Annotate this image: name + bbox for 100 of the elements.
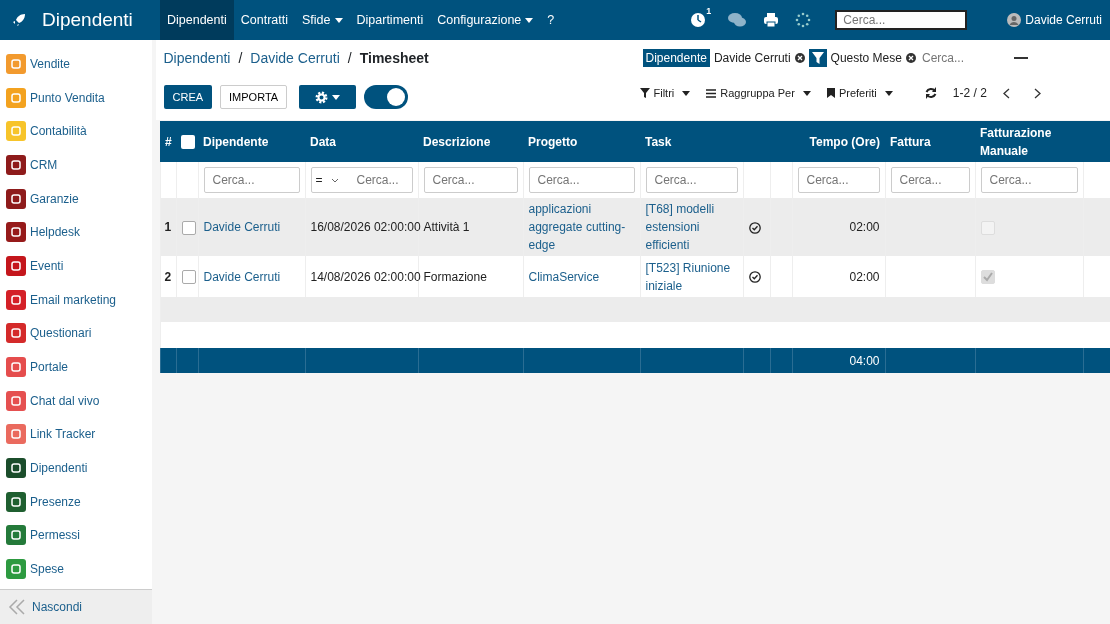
menu-item[interactable]: Dipartimenti [349,0,431,40]
menu-item[interactable]: Sfide [295,0,350,40]
sidebar-item[interactable]: Helpdesk [0,215,152,250]
sidebar-item[interactable]: Chat dal vivo [0,383,152,418]
sidebar-item[interactable]: Contabilità [0,114,152,149]
double-chevron-icon [8,599,28,615]
settings-button[interactable] [299,85,357,109]
breadcrumb-separator: / [238,49,243,68]
sidebar-item[interactable]: Presenze [0,484,152,519]
search-facet[interactable]: Questo Mese [808,49,916,67]
avatar-icon[interactable] [1007,13,1022,27]
date-cell: 14/08/2026 02:00:00 [310,269,421,284]
refresh-icon[interactable] [924,87,937,99]
menu-item[interactable]: ? [540,0,562,40]
search-facet[interactable]: Dipendente Davide Cerruti [642,49,805,67]
filter-field[interactable]: Cerca... [203,167,300,193]
menu-item[interactable]: Configurazione [430,0,541,40]
rocket-icon[interactable] [12,13,26,27]
row-number: 2 [164,269,172,284]
sidebar-item[interactable]: Link Tracker [0,417,152,452]
employee-link[interactable]: Davide Cerruti [203,269,281,284]
filter-icon [811,52,824,64]
filter-field[interactable]: Cerca... [797,167,880,193]
filter-menu-button[interactable]: Preferiti [826,84,893,102]
filter-menu-button[interactable]: Filtri [639,84,691,102]
employee-link[interactable]: Davide Cerruti [203,220,281,234]
check-circle-icon[interactable] [748,221,761,234]
date-cell: 16/08/2026 02:00:00 [310,220,421,234]
operator-select[interactable]: = [315,171,323,189]
checkbox[interactable] [181,134,195,149]
caret-icon [682,90,691,96]
list-icon [706,88,717,98]
filter-field[interactable]: Cerca... [890,167,970,193]
clock-icon[interactable] [690,12,707,28]
description-cell: Attività 1 [423,220,470,234]
app-icon [6,222,26,243]
import-button[interactable]: IMPORTA [220,85,288,109]
search-field[interactable]: Cerca... [835,10,968,30]
hide-sidebar-button[interactable]: Nascondi [0,589,152,624]
sidebar-item[interactable]: Spese [0,552,152,586]
menu-item[interactable]: Contratti [233,0,295,40]
collapse-icon[interactable] [1013,56,1028,60]
app-title: Dipendenti [42,7,133,32]
toggle-switch[interactable] [364,85,409,109]
next-icon[interactable] [1033,87,1041,99]
sidebar-item[interactable]: Punto Vendita [0,80,152,115]
total-hours: 04:00 [849,353,880,368]
project-link[interactable]: ClimaService [528,267,635,286]
breadcrumb-item[interactable]: Davide Cerruti [250,48,340,69]
sidebar-item[interactable]: CRM [0,148,152,182]
task-link[interactable]: [T523] Riunione iniziale [645,258,738,295]
filter-field[interactable]: Cerca... [528,167,635,193]
caret-icon [802,90,811,96]
app-icon [6,255,26,276]
description-cell: Formazione [423,269,487,284]
create-button[interactable]: CREA [163,85,213,109]
breadcrumb-item[interactable]: Dipendenti [163,48,231,69]
sidebar-item[interactable]: Questionari [0,316,152,351]
settings-icon [315,90,329,104]
pager-text: 1-2 / 2 [952,85,987,102]
checkbox[interactable] [181,270,196,285]
remove-icon[interactable] [905,53,916,63]
filter-menu-button[interactable]: Raggruppa Per [706,84,811,102]
filter-field[interactable]: Cerca... [645,167,738,193]
activity-count: 1 [706,7,712,16]
chat-icon[interactable] [727,12,748,28]
previous-icon[interactable] [1002,87,1010,99]
breadcrumb-item: Timesheet [359,49,429,68]
app-icon [6,525,26,546]
project-link[interactable]: applicazioni aggregate cutting-edge [528,200,635,254]
hours-cell: 02:00 [849,269,880,284]
app-icon [6,390,26,411]
date-filter-field[interactable]: = Cerca... [310,167,413,193]
app-icon [6,188,26,209]
user-name[interactable]: Davide Cerruti [1025,11,1102,29]
caret-icon [332,94,341,100]
sidebar-item[interactable]: Garanzie [0,181,152,216]
task-link[interactable]: [T68] modelli estensioni efficienti [645,200,738,254]
checkbox[interactable] [181,220,196,235]
app-icon [6,458,26,479]
app-icon [6,121,26,142]
sidebar-item[interactable]: Vendite [0,47,152,81]
print-icon[interactable] [763,12,780,28]
sidebar-item[interactable]: Eventi [0,249,152,283]
menu-item[interactable]: Dipendenti [160,0,234,40]
app-icon [6,53,26,74]
app-icon [6,87,26,108]
breadcrumb-separator: / [347,49,352,68]
bookmark-icon [826,88,835,98]
app-icon [6,424,26,445]
sidebar-item[interactable]: Dipendenti [0,451,152,485]
check-circle-icon[interactable] [748,271,761,284]
app-icon [6,491,26,512]
filter-field[interactable]: Cerca... [423,167,518,193]
sidebar-item[interactable]: Permessi [0,518,152,553]
sidebar-item[interactable]: Email marketing [0,282,152,317]
remove-icon[interactable] [794,53,805,63]
filter-field[interactable]: Cerca... [980,167,1078,193]
sidebar-item[interactable]: Portale [0,350,152,384]
app-icon [6,289,26,310]
